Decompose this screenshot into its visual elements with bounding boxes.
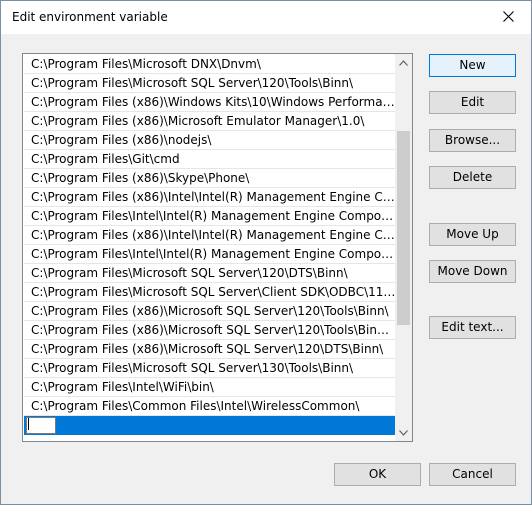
path-list-item[interactable]: C:\Program Files\Intel\Intel(R) Manageme… <box>24 245 396 264</box>
path-list-item[interactable]: C:\Program Files (x86)\Microsoft SQL Ser… <box>24 302 396 321</box>
path-list-item[interactable]: C:\Program Files (x86)\Intel\Intel(R) Ma… <box>24 226 396 245</box>
path-list-item[interactable]: C:\Program Files (x86)\Intel\Intel(R) Ma… <box>24 188 396 207</box>
chevron-down-icon <box>399 429 408 436</box>
scroll-down-button[interactable] <box>395 424 412 441</box>
path-list-item[interactable]: C:\Program Files (x86)\Microsoft Emulato… <box>24 112 396 131</box>
title-bar: Edit environment variable <box>1 1 531 34</box>
edit-button[interactable]: Edit <box>429 91 516 114</box>
new-entry-row[interactable] <box>24 416 396 435</box>
text-caret <box>28 418 29 430</box>
path-list-item[interactable]: C:\Program Files (x86)\nodejs\ <box>24 131 396 150</box>
dialog-title: Edit environment variable <box>12 10 168 24</box>
scroll-thumb[interactable] <box>397 131 410 325</box>
move-up-button[interactable]: Move Up <box>429 223 516 246</box>
ok-button[interactable]: OK <box>334 463 421 486</box>
delete-button[interactable]: Delete <box>429 166 516 189</box>
edit-text-button[interactable]: Edit text... <box>429 316 516 339</box>
path-list-item[interactable]: C:\Program Files\Intel\Intel(R) Manageme… <box>24 207 396 226</box>
path-list-item[interactable]: C:\Program Files\Microsoft SQL Server\Cl… <box>24 283 396 302</box>
path-list-item[interactable]: C:\Program Files\Git\cmd <box>24 150 396 169</box>
path-list-rows: C:\Program Files\Microsoft DNX\Dnvm\ C:\P… <box>24 55 396 435</box>
path-list-item[interactable]: C:\Program Files\Microsoft SQL Server\12… <box>24 264 396 283</box>
new-button[interactable]: New <box>429 54 516 77</box>
path-list-item[interactable]: C:\Program Files (x86)\Microsoft SQL Ser… <box>24 321 396 340</box>
path-list-item[interactable]: C:\Program Files\Microsoft DNX\Dnvm\ <box>24 55 396 74</box>
path-list-item[interactable]: C:\Program Files (x86)\Microsoft SQL Ser… <box>24 340 396 359</box>
edit-environment-variable-dialog: Edit environment variable C:\Program Fil… <box>0 0 532 505</box>
chevron-up-icon <box>399 59 408 66</box>
path-list-item[interactable]: C:\Program Files\Common Files\Intel\Wire… <box>24 397 396 416</box>
close-button[interactable] <box>486 1 531 32</box>
path-list[interactable]: C:\Program Files\Microsoft DNX\Dnvm\ C:\P… <box>22 53 413 442</box>
path-list-item[interactable]: C:\Program Files\Intel\WiFi\bin\ <box>24 378 396 397</box>
cancel-button[interactable]: Cancel <box>429 463 516 486</box>
new-entry-input[interactable] <box>26 417 56 434</box>
browse-button[interactable]: Browse... <box>429 129 516 152</box>
vertical-scrollbar[interactable] <box>395 54 412 441</box>
move-down-button[interactable]: Move Down <box>429 260 516 283</box>
path-list-item[interactable]: C:\Program Files\Microsoft SQL Server\13… <box>24 359 396 378</box>
path-list-item[interactable]: C:\Program Files (x86)\Windows Kits\10\W… <box>24 93 396 112</box>
scroll-up-button[interactable] <box>395 54 412 71</box>
path-list-item[interactable]: C:\Program Files (x86)\Skype\Phone\ <box>24 169 396 188</box>
path-list-item[interactable]: C:\Program Files\Microsoft SQL Server\12… <box>24 74 396 93</box>
close-icon <box>503 11 514 22</box>
